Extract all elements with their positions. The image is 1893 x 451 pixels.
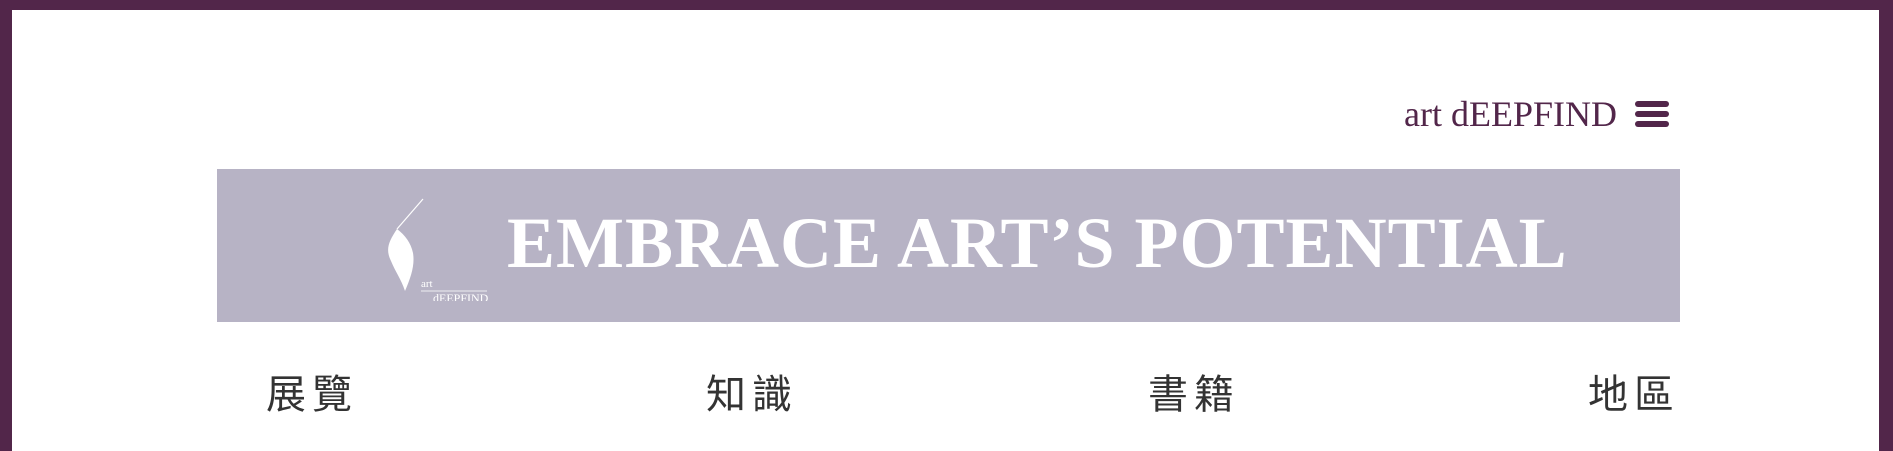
nav-item-books[interactable]: 書籍 — [1148, 375, 1240, 415]
nav-item-exhibitions[interactable]: 展覽 — [266, 375, 358, 415]
brand-name[interactable]: art dEEPFIND — [1404, 96, 1617, 132]
nav-item-regions[interactable]: 地區 — [1588, 375, 1680, 415]
banner-title: EMBRACE ART’S POTENTIAL — [507, 203, 1568, 283]
page: art dEEPFIND art dEEPFIND EMBRACE ART’S … — [12, 10, 1879, 451]
svg-text:art: art — [421, 278, 433, 290]
hamburger-menu-icon[interactable] — [1635, 101, 1669, 127]
svg-text:dEEPFIND: dEEPFIND — [433, 291, 489, 301]
brand-logo[interactable]: art dEEPFIND — [355, 191, 495, 305]
nav-item-knowledge[interactable]: 知識 — [706, 375, 798, 415]
leaf-logo-icon: art dEEPFIND — [388, 198, 489, 305]
site-header: art dEEPFIND — [1404, 96, 1669, 132]
hero-banner: art dEEPFIND EMBRACE ART’S POTENTIAL — [217, 169, 1680, 322]
